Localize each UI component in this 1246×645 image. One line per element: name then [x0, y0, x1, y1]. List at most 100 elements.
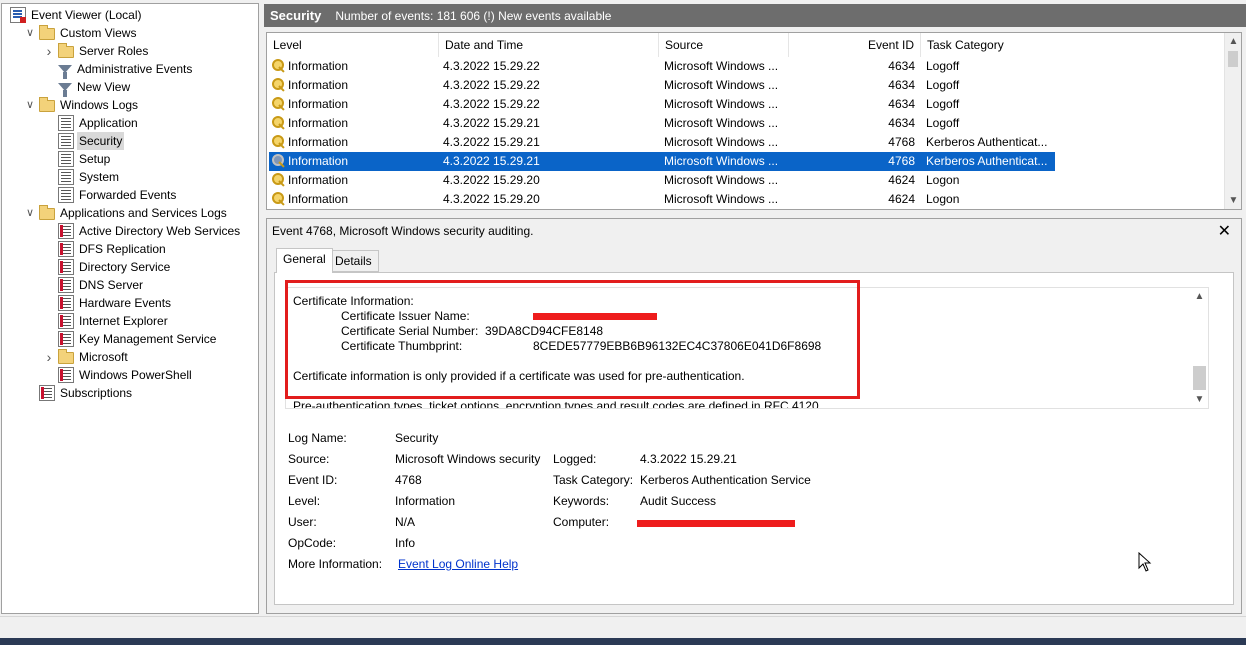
folder-icon — [39, 97, 55, 112]
folder-icon — [58, 349, 74, 364]
scroll-down-icon[interactable]: ▼ — [1191, 391, 1208, 408]
tree-item-custom-views[interactable]: ∨ Custom Views — [23, 24, 138, 42]
event-cell-level: Information — [288, 154, 349, 168]
chevron-down-icon[interactable]: ∨ — [23, 206, 37, 220]
logged-label: Logged: — [553, 452, 597, 466]
key-icon — [272, 116, 286, 130]
tree-item-label: Subscriptions — [60, 386, 133, 400]
event-row[interactable]: Information 4.3.2022 15.29.20 Microsoft Wi… — [269, 171, 1055, 190]
tab-general[interactable]: General — [276, 248, 333, 273]
column-header-source[interactable]: Source — [659, 33, 789, 57]
tree-item-label: Custom Views — [60, 26, 137, 40]
event-id-value: 4768 — [395, 473, 422, 487]
event-cell-source: Microsoft Windows ... — [664, 154, 779, 168]
event-row[interactable]: Information 4.3.2022 15.29.21 Microsoft Wi… — [269, 152, 1055, 171]
tree-item-application[interactable]: Application — [42, 114, 140, 132]
level-label: Level: — [288, 494, 321, 508]
tree-item-windows-powershell[interactable]: Windows PowerShell — [42, 366, 194, 384]
chevron-right-icon[interactable]: › — [42, 349, 56, 365]
user-value: N/A — [395, 515, 416, 529]
event-cell-category: Logoff — [926, 116, 960, 130]
column-header-level[interactable]: Level — [267, 33, 439, 57]
tree-item-security[interactable]: Security — [42, 132, 125, 150]
column-header-task-category[interactable]: Task Category — [921, 33, 1221, 57]
tree-item-label: Key Management Service — [79, 332, 217, 346]
filter-icon — [58, 83, 72, 97]
event-cell-id: 4634 — [888, 78, 915, 92]
tree-item-hardware-events[interactable]: Hardware Events — [42, 294, 173, 312]
mouse-cursor-icon — [1138, 552, 1152, 572]
event-row[interactable]: Information 4.3.2022 15.29.22 Microsoft Wi… — [269, 57, 1055, 76]
close-icon[interactable]: ✕ — [1218, 221, 1231, 241]
chevron-down-icon[interactable]: ∨ — [23, 98, 37, 112]
tree-item-label: Setup — [79, 152, 111, 166]
events-list-scrollbar[interactable]: ▲ ▼ — [1224, 33, 1241, 209]
tree-item-label: New View — [77, 80, 131, 94]
column-header-event-id[interactable]: Event ID — [789, 33, 921, 57]
event-cell-category: Logon — [926, 192, 960, 206]
tree-item-forwarded-events[interactable]: Forwarded Events — [42, 186, 178, 204]
description-scrollbar[interactable]: ▲ ▼ — [1191, 288, 1208, 408]
event-row[interactable]: Information 4.3.2022 15.29.22 Microsoft Wi… — [269, 95, 1055, 114]
rfc-footer-text: Pre-authentication types, ticket options… — [293, 399, 822, 409]
key-icon — [272, 78, 286, 92]
tree-item-event-viewer-local[interactable]: Event Viewer (Local) — [4, 6, 144, 24]
event-row[interactable]: Information 4.3.2022 15.29.21 Microsoft Wi… — [269, 114, 1055, 133]
event-cell-source: Microsoft Windows ... — [664, 78, 779, 92]
folder-icon — [39, 205, 55, 220]
tree-item-microsoft[interactable]: › Microsoft — [42, 348, 130, 366]
event-cell-level: Information — [288, 97, 349, 111]
scroll-up-icon[interactable]: ▲ — [1225, 33, 1241, 50]
tree-item-new-view[interactable]: New View — [42, 78, 132, 97]
tree-item-directory-service[interactable]: Directory Service — [42, 258, 172, 276]
taskbar-strip — [0, 638, 1246, 645]
tree-item-server-roles[interactable]: › Server Roles — [42, 42, 150, 60]
key-icon — [272, 97, 286, 111]
more-info-label: More Information: — [288, 557, 383, 571]
tree-item-setup[interactable]: Setup — [42, 150, 112, 168]
scroll-thumb[interactable] — [1193, 366, 1206, 390]
tree-item-system[interactable]: System — [42, 168, 121, 186]
tree-item-active-directory-web-services[interactable]: Active Directory Web Services — [42, 222, 242, 240]
tree-item-subscriptions[interactable]: Subscriptions — [23, 384, 134, 402]
chevron-down-icon[interactable]: ∨ — [23, 26, 37, 40]
event-cell-level: Information — [288, 135, 349, 149]
log-icon — [58, 331, 74, 347]
tree-item-windows-logs[interactable]: ∨ Windows Logs — [23, 96, 140, 114]
tree-item-internet-explorer[interactable]: Internet Explorer — [42, 312, 170, 330]
event-cell-level: Information — [288, 59, 349, 73]
tree-item-dns-server[interactable]: DNS Server — [42, 276, 145, 294]
event-row[interactable]: Information 4.3.2022 15.29.22 Microsoft Wi… — [269, 76, 1055, 95]
event-row[interactable]: Information 4.3.2022 15.29.21 Microsoft Wi… — [269, 133, 1055, 152]
event-cell-category: Kerberos Authenticat... — [926, 154, 1048, 168]
tree-item-applications-and-services-logs[interactable]: ∨ Applications and Services Logs — [23, 204, 229, 222]
tree-item-key-management-service[interactable]: Key Management Service — [42, 330, 218, 348]
keywords-label: Keywords: — [553, 494, 610, 508]
events-list[interactable]: Level Date and Time Source Event ID Task… — [266, 32, 1242, 210]
navigation-tree[interactable]: Event Viewer (Local) ∨ Custom Views › Server… — [1, 3, 259, 614]
column-header-date[interactable]: Date and Time — [439, 33, 659, 57]
event-cell-id: 4768 — [888, 154, 915, 168]
event-log-online-help-link[interactable]: Event Log Online Help — [398, 557, 518, 571]
event-cell-source: Microsoft Windows ... — [664, 135, 779, 149]
scroll-down-icon[interactable]: ▼ — [1225, 192, 1241, 209]
tree-item-dfs-replication[interactable]: DFS Replication — [42, 240, 168, 258]
log-icon — [58, 151, 74, 167]
chevron-right-icon[interactable]: › — [42, 43, 56, 59]
folder-icon — [39, 25, 55, 40]
scroll-thumb[interactable] — [1228, 51, 1238, 67]
scroll-up-icon[interactable]: ▲ — [1191, 288, 1208, 305]
log-icon — [58, 277, 74, 293]
tab-details[interactable]: Details — [328, 250, 379, 272]
event-cell-id: 4624 — [888, 192, 915, 206]
event-row[interactable]: Information 4.3.2022 15.29.20 Microsoft Wi… — [269, 190, 1055, 209]
tree-item-administrative-events[interactable]: Administrative Events — [42, 60, 194, 79]
